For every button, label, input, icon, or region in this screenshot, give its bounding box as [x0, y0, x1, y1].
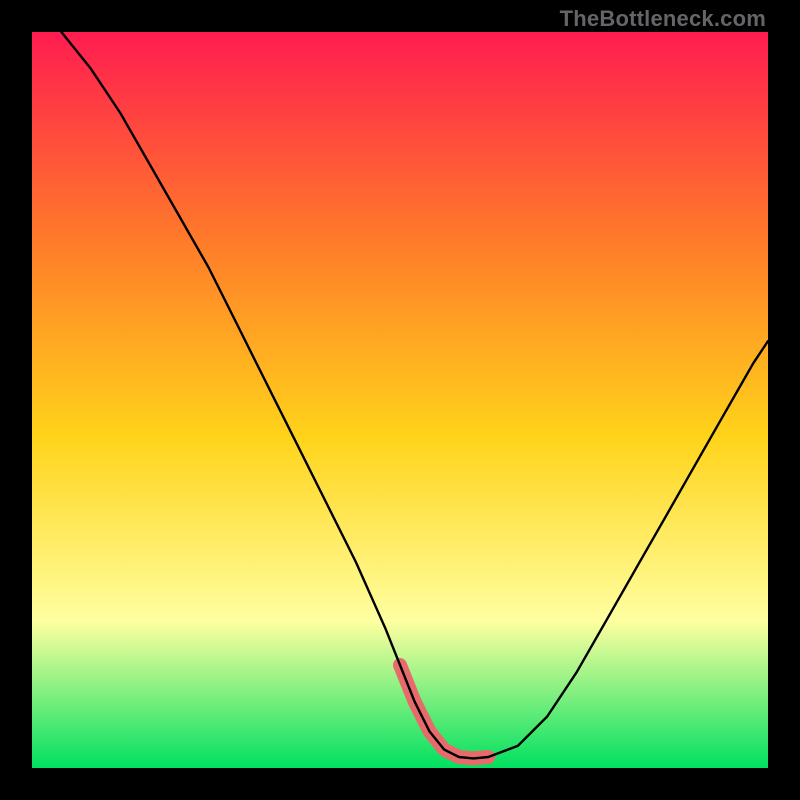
gradient-background	[32, 32, 768, 768]
bottleneck-chart	[32, 32, 768, 768]
watermark-text: TheBottleneck.com	[560, 6, 766, 32]
chart-frame: TheBottleneck.com	[0, 0, 800, 800]
plot-area	[32, 32, 768, 768]
